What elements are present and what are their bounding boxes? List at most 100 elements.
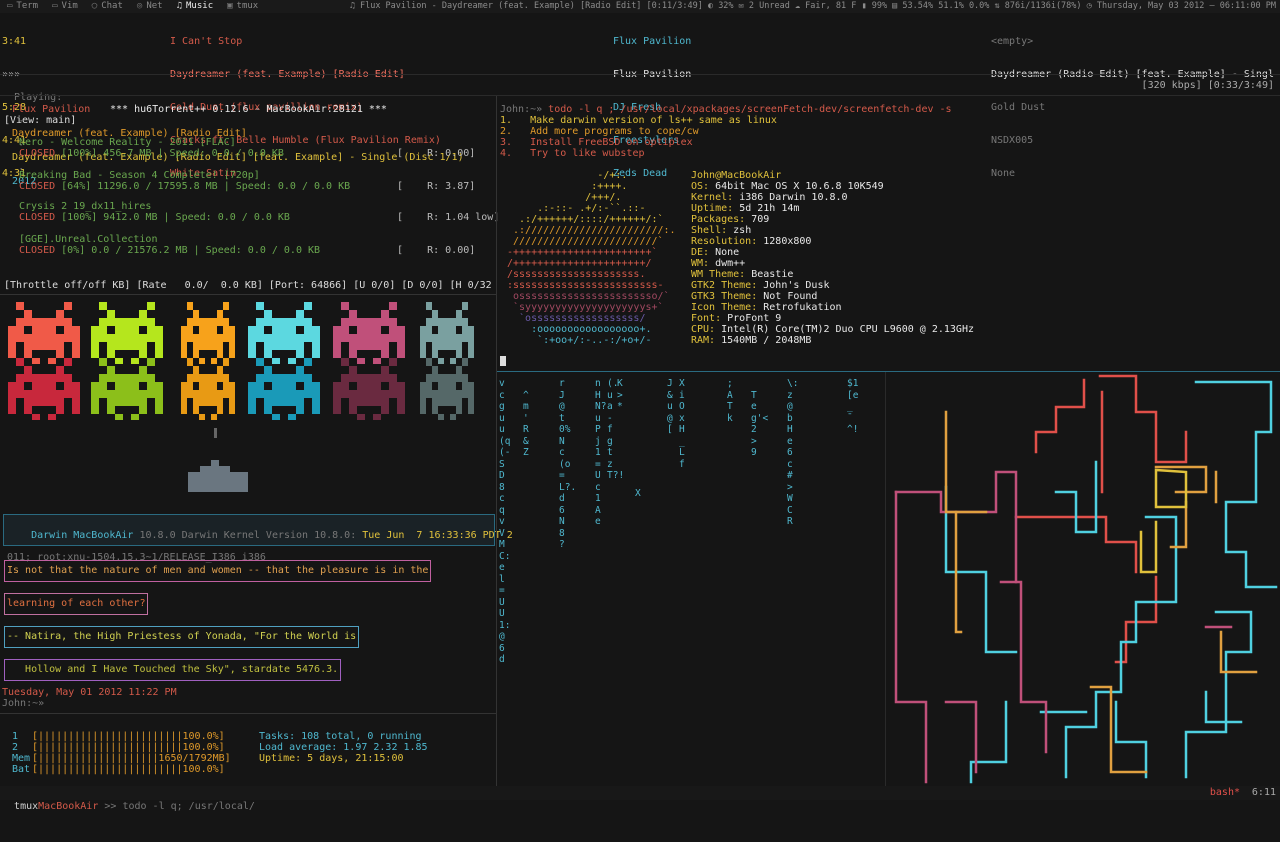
info-value: 64bit Mac OS X 10.6.8 10K549 <box>715 181 884 192</box>
invader-blue <box>248 358 320 420</box>
track-album: Gold Dust <box>991 102 1046 113</box>
battery-meter: [||||||||||||||||||||||||100.0%] <box>32 764 225 775</box>
screenfetch-logo: -/+:. :++++. /+++/. .:-::- .+/:-``.::- .… <box>507 170 676 346</box>
invader-maroon <box>333 358 405 420</box>
tab-label: tmux <box>236 1 259 11</box>
playing-bitrate: [320 kbps] [0:33/3:49] <box>1141 80 1274 91</box>
invader-orange <box>181 302 235 364</box>
tab-chat[interactable]: ◯ Chat <box>85 0 130 13</box>
torrent-list: Nero - Welcome Reality - 2011 [FLAC] CLO… <box>19 137 499 267</box>
invader-lime <box>91 302 163 364</box>
info-key: Uptime: <box>691 203 734 214</box>
info-key: Packages: <box>691 214 746 225</box>
logo-line: .:-::- .+/:-``.::- <box>507 203 646 214</box>
uname-version: 10.8.0 Darwin Kernel Version 10.8.0: <box>133 530 363 541</box>
htop-load: Load average: 1.97 2.32 1.85 <box>259 742 428 753</box>
logo-line: :ooooooooooooooooo+. <box>507 324 652 335</box>
torrent-status: CLOSED <box>19 148 56 159</box>
vim-icon: ▭ <box>52 1 58 11</box>
logo-line: .:/++++++/::::/++++++/:` <box>507 214 664 225</box>
info-key: RAM: <box>691 335 716 346</box>
divider <box>0 95 1280 96</box>
divider <box>0 74 1280 75</box>
matrix-column: \:z@bHe6c#>WCR <box>787 378 799 527</box>
now-playing-bar: Playing: Flux Pavilion · Daydreamer (fea… <box>12 80 1274 187</box>
tmux-command: >> todo -l q; /usr/local/ <box>104 801 255 812</box>
music-playlist: 3:41 »»» 5:28 4:41 4:31 I Can't Stop Day… <box>0 14 1280 179</box>
todo-item: 3. Install FreeBSD on optiplex <box>500 137 693 148</box>
torrent-status: CLOSED <box>19 212 56 223</box>
torrent-ratio: [ R: 3.87] <box>397 181 476 192</box>
terminal-icon: ▭ <box>7 1 13 11</box>
tmux-host: MacBookAir <box>38 801 99 812</box>
htop-uptime: Uptime: 5 days, 21:15:00 <box>259 753 404 764</box>
torrent-ratio: [ R: 0.00] <box>397 148 476 159</box>
playing-artist: Flux Pavilion <box>12 104 91 115</box>
matrix-rain: vcguu(q(- SD8cqvVMC:el=UU1:@6d ^ m ' R&Z… <box>497 378 881 784</box>
terminal-cursor[interactable] <box>500 356 506 366</box>
uname-box: Darwin MacBookAir 10.8.0 Darwin Kernel V… <box>3 514 513 563</box>
system-status: ♫ Flux Pavilion - Daydreamer (feat. Exam… <box>349 1 1276 11</box>
top-status-bar: ▭ Term ▭ Vim ◯ Chat ◎ Net ♫ Music ▣ tmux ♫ Flu… <box>0 0 1280 13</box>
track-artist: Flux Pavilion <box>613 36 692 47</box>
torrent-item[interactable]: Crysis 2 19_dx11_hires CLOSED [100%] 941… <box>19 201 499 234</box>
divider <box>0 294 496 295</box>
fortune-line: -- Natira, the High Priestess of Yonada,… <box>4 626 360 648</box>
info-key: CPU: <box>691 324 716 335</box>
screenfetch-info: John@MacBookAir OS: 64bit Mac OS X 10.6.… <box>691 170 974 346</box>
torrent-item[interactable]: Breaking Bad - Season 4 Complete! [720p]… <box>19 170 495 201</box>
matrix-column: ;ATk <box>727 378 733 424</box>
invader-cyan <box>248 302 320 364</box>
info-key: WM: <box>691 258 710 269</box>
track-time: 3:41 <box>2 36 27 47</box>
matrix-column: K>* <box>617 378 652 412</box>
torrent-item[interactable]: Nero - Welcome Reality - 2011 [FLAC] CLO… <box>19 137 495 170</box>
cpu-meter: [||||||||||||||||||||||||100.0%] <box>32 731 225 742</box>
date-line: Tuesday, May 01 2012 11:22 PM <box>2 687 177 698</box>
torrent-item[interactable]: [GGE].Unreal.Collection CLOSED [0%] 0.0 … <box>19 234 495 267</box>
matrix-column: XiOxH_Lf <box>679 378 685 470</box>
torrent-status: CLOSED <box>19 245 56 256</box>
tab-vim[interactable]: ▭ Vim <box>45 0 85 13</box>
tab-net[interactable]: ◎ Net <box>130 0 170 13</box>
logo-line: `syyyyyyyyyyyyyyyyyyyys+` <box>507 302 664 313</box>
matrix-column: vcguu(q(- SD8cqvVMC:el=UU1:@6d <box>499 378 540 665</box>
htop-tasks: Tasks: 108 total, 0 running <box>259 731 422 742</box>
info-value: 1540MB / 2048MB <box>721 335 812 346</box>
info-value: Beastie <box>751 269 794 280</box>
torrent-ratio: [ R: 1.04 low] <box>397 212 500 223</box>
playing-label: Playing: <box>14 92 63 103</box>
tab-label: Music <box>186 1 214 11</box>
info-key: DE: <box>691 247 710 258</box>
matrix-column: (.ua-fgtzT?! <box>607 378 625 481</box>
info-value: John's Dusk <box>763 280 830 291</box>
info-value: 709 <box>751 214 770 225</box>
todo-item: 1. Make darwin version of ls++ same as l… <box>500 115 777 126</box>
track-albums: <empty> Daydreamer (Radio Edit) [feat. E… <box>991 14 1276 201</box>
tmux-clock: 6:11 <box>1251 787 1276 798</box>
todo-list: 1. Make darwin version of ls++ same as l… <box>500 115 777 159</box>
logo-line: /+++/. <box>507 192 622 203</box>
info-value: Not Found <box>763 291 818 302</box>
uname-host: MacBookAir <box>73 530 134 541</box>
tab-term[interactable]: ▭ Term <box>0 0 45 13</box>
info-key: Resolution: <box>691 236 758 247</box>
htop-meters: 1 [||||||||||||||||||||||||100.0%] 2 [||||… <box>12 731 231 775</box>
meter-label: Mem <box>12 753 31 764</box>
torrent-name: Nero - Welcome Reality - 2011 [FLAC] <box>19 137 236 148</box>
tab-label: Term <box>16 1 39 11</box>
fortune-line: Is not that the nature of men and women … <box>4 560 432 582</box>
track-title[interactable]: I Can't Stop <box>170 36 441 47</box>
tab-tmux[interactable]: ▣ tmux <box>220 0 265 13</box>
shell-prompt[interactable]: John:~» <box>2 698 44 709</box>
info-user: John@MacBookAir <box>691 170 782 181</box>
tmux-window[interactable]: bash* <box>1210 786 1240 800</box>
info-key: WM Theme: <box>691 269 746 280</box>
torrent-detail: [100%] 9412.0 MB | Speed: 0.0 / 0.0 KB <box>61 212 290 223</box>
torrent-name: Crysis 2 19_dx11_hires <box>19 201 152 212</box>
matrix-column: rJ@t0%Nc(o=L?.d6N8 ? <box>559 378 588 550</box>
tab-music[interactable]: ♫ Music <box>170 0 221 13</box>
space-invaders-art <box>8 302 474 492</box>
logo-line: `:+oo+/:-..-:/+o+/- <box>507 335 652 346</box>
net-icon: ◎ <box>136 1 143 11</box>
